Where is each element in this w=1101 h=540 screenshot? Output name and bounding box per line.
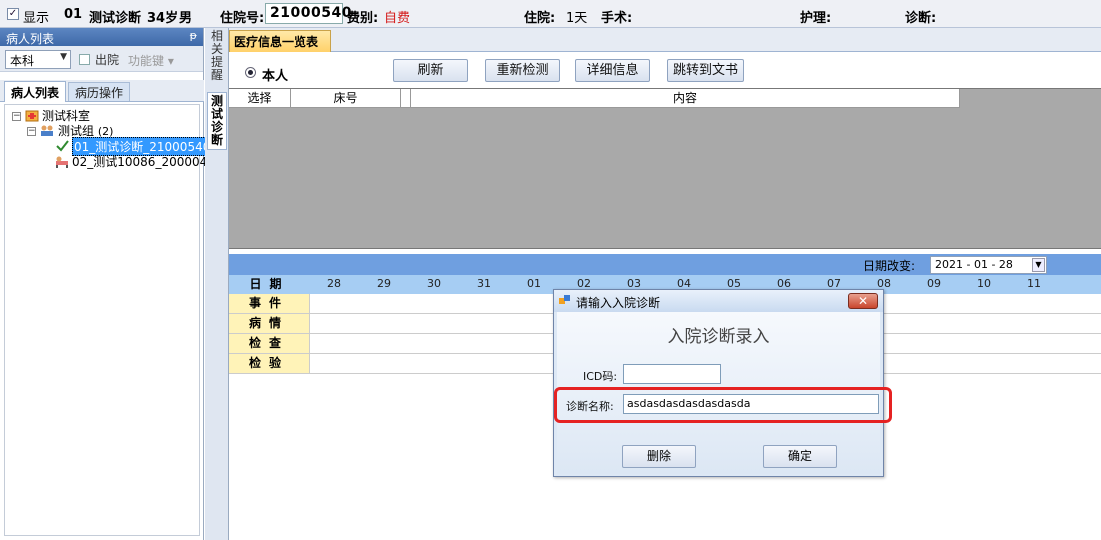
patient-name: 测试诊断 — [89, 11, 142, 26]
hospital-department-icon — [25, 110, 39, 122]
vertical-tab-strip: 相关提醒 测试诊断 — [205, 28, 229, 540]
column-header-spacer — [401, 89, 411, 108]
tab-test-diagnosis[interactable]: 测试诊断 — [207, 92, 227, 150]
tab-record-operations[interactable]: 病历操作 — [68, 82, 131, 101]
date-picker[interactable]: 2021 - 01 - 28 ▼ — [930, 256, 1047, 274]
show-label: 显示 — [23, 11, 50, 26]
panel-title: 病人列表 — [6, 32, 55, 46]
collapse-icon[interactable]: − — [27, 127, 36, 136]
timeline-day: 01 — [527, 277, 541, 290]
tab-medical-info-overview[interactable]: 医疗信息一览表 — [229, 30, 332, 52]
date-row-label: 日期 — [229, 275, 310, 294]
icd-label: ICD码: — [583, 370, 618, 383]
nursing-label: 护理: — [800, 11, 832, 26]
self-radio-label: 本人 — [262, 69, 289, 84]
fee-value: 自费 — [384, 11, 411, 26]
diagnosis-label: 诊断: — [905, 11, 937, 26]
patient-tree: − 测试科室 − 测试组 (2) 01_测试诊断_21000540_ 02_测试… — [4, 104, 223, 536]
discharge-label: 出院 — [95, 53, 120, 67]
function-key-button[interactable]: 功能键 ▾ — [128, 52, 174, 69]
window-app-icon — [559, 295, 570, 304]
tab-patient-list[interactable]: 病人列表 — [4, 81, 67, 102]
timeline-row-label: 检验 — [229, 354, 310, 374]
timeline-day: 30 — [427, 277, 441, 290]
chevron-down-icon[interactable]: ▼ — [1032, 258, 1045, 272]
discharge-checkbox[interactable] — [79, 54, 90, 65]
column-header-select[interactable]: 选择 — [229, 89, 291, 108]
jump-to-document-button[interactable]: 跳转到文书 — [667, 59, 744, 82]
details-button[interactable]: 详细信息 — [575, 59, 650, 82]
patient-list-toolbar: 本科 ▼ 出院 功能键 ▾ — [0, 46, 203, 72]
show-checkbox[interactable]: ✓ — [7, 8, 19, 20]
delete-button[interactable]: 删除 — [622, 445, 696, 468]
admission-number-field[interactable]: 21000540 — [265, 3, 351, 24]
collapse-icon[interactable]: − — [12, 112, 21, 121]
timeline-row-label: 检查 — [229, 334, 310, 354]
tree-patient-node[interactable]: 02_测试10086_20000454 — [72, 153, 223, 170]
tab-related-reminders[interactable]: 相关提醒 — [208, 30, 226, 82]
date-change-label: 日期改变: — [863, 259, 916, 273]
timeline-day: 28 — [327, 277, 341, 290]
patient-list-panel: 病人列表 ᵽ 本科 ▼ 出院 功能键 ▾ 病人列表 病历操作 − 测试科室 − … — [0, 28, 223, 540]
medical-info-grid: 选择 床号 内容 — [229, 88, 1101, 249]
admission-label: 住院号: — [220, 11, 265, 26]
admission-diagnosis-dialog: 请输入入院诊断 ✕ 入院诊断录入 ICD码: 诊断名称: asdasdasdas… — [553, 289, 884, 477]
refresh-button[interactable]: 刷新 — [393, 59, 468, 82]
column-header-bed[interactable]: 床号 — [291, 89, 401, 108]
patient-bed-icon — [56, 156, 68, 168]
dialog-title: 请输入入院诊断 — [576, 296, 661, 310]
patient-header-bar: ✓ 显示 01 测试诊断 34岁 男 住院号: 21000540 费别: 自费 … — [0, 0, 1101, 28]
timeline-day: 11 — [1027, 277, 1041, 290]
self-radio[interactable] — [245, 67, 256, 78]
bed-number: 01 — [64, 7, 83, 22]
timeline-date-bar: 日期改变: 2021 - 01 - 28 ▼ — [229, 254, 1101, 275]
chevron-down-icon: ▼ — [60, 52, 67, 62]
stay-label: 住院: — [524, 11, 556, 26]
timeline-day: 10 — [977, 277, 991, 290]
checkmark-patient-icon — [56, 140, 69, 152]
patient-panel-tabs: 病人列表 病历操作 — [0, 80, 204, 102]
main-tab-strip: 医疗信息一览表 — [229, 28, 1101, 52]
timeline-day: 09 — [927, 277, 941, 290]
patient-age: 34岁 — [147, 11, 179, 26]
dialog-heading: 入院诊断录入 — [667, 327, 770, 347]
recheck-button[interactable]: 重新检测 — [485, 59, 560, 82]
department-select-value: 本科 — [10, 54, 35, 68]
patient-sex: 男 — [179, 11, 193, 26]
timeline-row-label: 事件 — [229, 294, 310, 314]
timeline-day: 29 — [377, 277, 391, 290]
patient-list-title-bar: 病人列表 ᵽ — [0, 28, 203, 46]
group-people-icon — [41, 125, 53, 136]
icd-code-input[interactable] — [623, 364, 721, 384]
pin-icon[interactable]: ᵽ — [190, 29, 197, 42]
date-picker-value: 2021 - 01 - 28 — [935, 258, 1013, 271]
fee-label: 费别: — [347, 11, 379, 26]
department-select[interactable]: 本科 ▼ — [5, 50, 71, 69]
highlight-annotation-box — [554, 387, 892, 423]
stay-value: 1天 — [566, 11, 588, 26]
dialog-title-bar: 请输入入院诊断 ✕ — [554, 290, 883, 312]
column-header-content[interactable]: 内容 — [411, 89, 960, 108]
confirm-button[interactable]: 确定 — [763, 445, 837, 468]
timeline-day: 31 — [477, 277, 491, 290]
close-button[interactable]: ✕ — [848, 293, 878, 309]
timeline-row-label: 病情 — [229, 314, 310, 334]
surgery-label: 手术: — [601, 11, 633, 26]
